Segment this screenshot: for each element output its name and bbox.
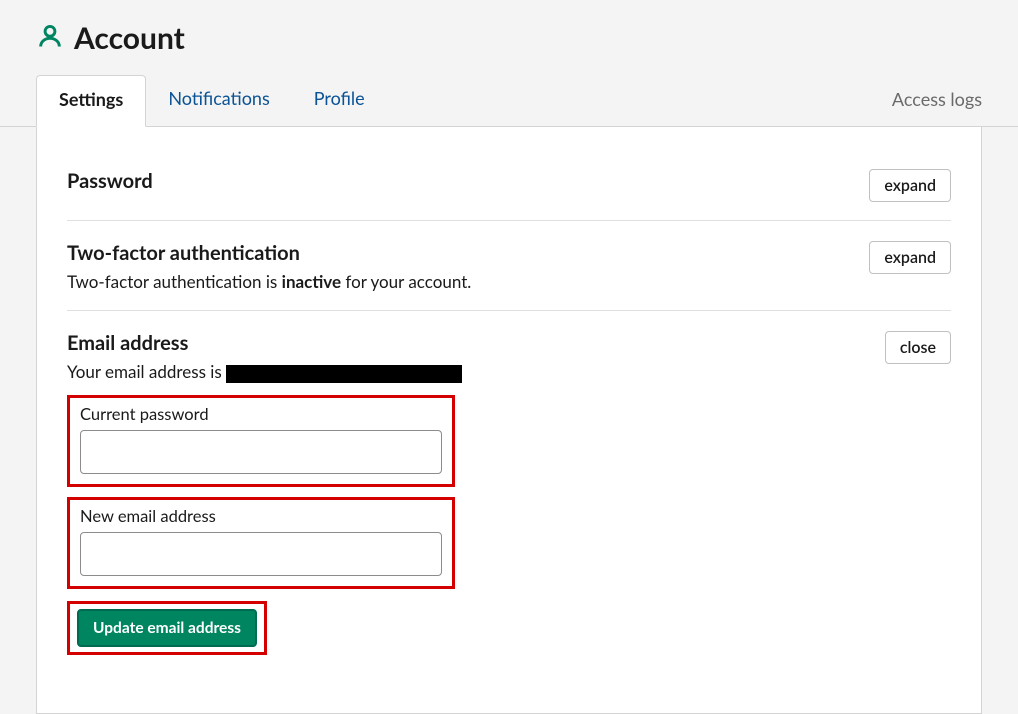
email-close-button[interactable]: close	[885, 331, 951, 364]
twofa-heading: Two-factor authentication	[67, 241, 471, 265]
update-email-button[interactable]: Update email address	[77, 609, 257, 647]
twofa-section: Two-factor authentication Two-factor aut…	[67, 221, 951, 311]
tab-notifications[interactable]: Notifications	[146, 75, 291, 127]
password-heading: Password	[67, 169, 153, 193]
email-redacted-value	[226, 365, 462, 383]
tab-access-logs[interactable]: Access logs	[892, 76, 982, 126]
new-email-label: New email address	[80, 506, 442, 526]
new-email-input[interactable]	[80, 532, 442, 576]
password-expand-button[interactable]: expand	[869, 169, 951, 202]
tab-profile[interactable]: Profile	[292, 75, 387, 127]
current-password-label: Current password	[80, 404, 442, 424]
email-heading: Email address	[67, 331, 462, 355]
new-email-group: New email address	[67, 497, 455, 589]
account-icon	[36, 22, 64, 54]
email-section: Email address Your email address is clos…	[67, 311, 951, 673]
password-section: Password expand	[67, 149, 951, 221]
settings-panel: Password expand Two-factor authenticatio…	[36, 127, 982, 714]
tab-settings[interactable]: Settings	[36, 75, 146, 127]
twofa-expand-button[interactable]: expand	[869, 241, 951, 274]
update-email-highlight: Update email address	[67, 601, 267, 655]
tabs: Settings Notifications Profile Access lo…	[0, 74, 1018, 127]
email-current: Your email address is	[67, 361, 462, 383]
current-password-input[interactable]	[80, 430, 442, 474]
page-title: Account	[74, 20, 185, 56]
twofa-status: Two-factor authentication is inactive fo…	[67, 271, 471, 292]
current-password-group: Current password	[67, 395, 455, 487]
